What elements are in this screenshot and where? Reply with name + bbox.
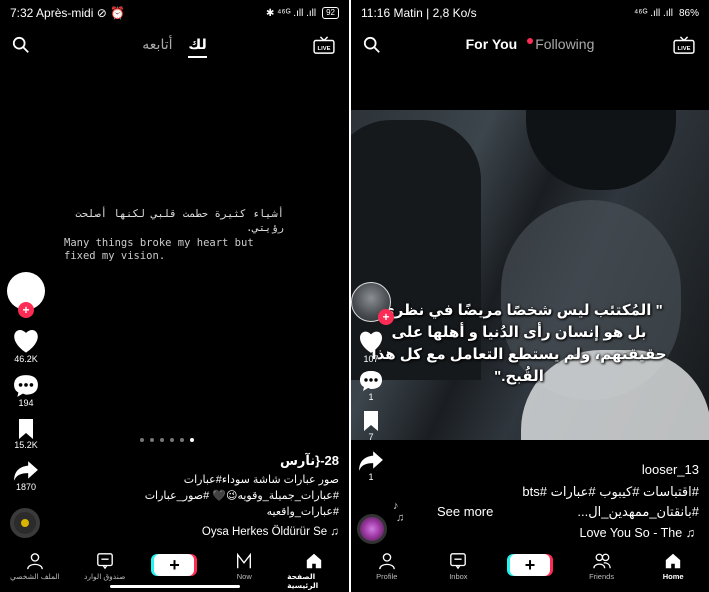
top-nav: For You Following LIVE [351,30,709,60]
share-arrow-icon [359,451,383,471]
save-count: 15.2K [14,440,38,450]
see-more-link[interactable]: See more [437,504,493,519]
top-nav: أتابعه لك LIVE [0,30,349,60]
svg-text:LIVE: LIVE [678,46,691,52]
comment-button[interactable]: 1 [358,370,384,402]
creator-username[interactable]: 28-{ﻧﺂﺭﺱ [109,453,339,469]
tab-for-you[interactable]: For You [466,36,518,52]
home-indicator [110,585,240,588]
right-phone-screen: 11:16 Matin | 2,8 Ko/s ⁴⁶ᴳ .ıll .ıll 86%… [351,0,709,592]
caption-hashtags[interactable]: #بانقتان_ممهدين_ال... [577,504,699,520]
comment-count: 194 [18,398,34,408]
music-disc-icon[interactable] [10,508,40,538]
comment-icon [14,375,38,397]
bookmark-icon [19,419,33,439]
like-count: 107 [363,354,379,364]
bottom-nav: Profile Inbox + Friends Home [351,546,709,592]
heart-icon [359,331,383,353]
nav-home[interactable]: الصفحة الرئيسية [287,552,341,590]
nav-inbox[interactable]: صندوق الوارد [78,552,132,581]
inbox-icon [450,553,467,570]
quote-arabic: أشياء كثيرة حطمت قلبي لكنها أصلحت رؤيتي. [75,208,284,234]
comment-icon [360,371,382,391]
follow-plus-icon[interactable]: + [18,302,34,318]
notification-dot [527,38,534,45]
creator-avatar[interactable]: + [351,282,394,325]
comment-count: 1 [368,392,374,402]
home-icon [306,553,322,569]
nav-friends[interactable]: Friends [575,552,629,581]
nav-profile[interactable]: Profile [360,552,414,581]
home-icon [665,553,681,569]
creator-avatar[interactable]: + [7,272,45,318]
profile-icon [378,553,395,570]
like-button[interactable]: 107 [357,330,385,364]
save-button[interactable]: 7 [361,410,381,442]
nav-now[interactable]: Now [217,552,271,581]
comment-button[interactable]: 194 [13,374,39,408]
share-count: 1 [368,472,374,482]
nav-create[interactable]: + [147,552,201,576]
status-time: 11:16 Matin | 2,8 Ko/s [361,6,477,20]
status-time: 7:32 Après-midi ⊘ ⏰ [10,6,126,20]
nav-profile[interactable]: الملف الشخصي [8,552,62,581]
now-icon [237,552,252,569]
nav-inbox[interactable]: Inbox [431,552,485,581]
carousel-dots [140,438,194,442]
profile-icon [27,553,43,570]
action-rail: + 46.2K 194 15.2K 1870 [6,272,46,492]
status-icons: ✱ ⁴⁶ᴳ .ıll .ıll 92 [266,7,339,19]
live-icon[interactable]: LIVE [673,36,695,54]
friends-icon [592,553,611,569]
share-arrow-icon [14,461,38,481]
svg-text:LIVE: LIVE [318,46,331,52]
quote-english: Many things broke my heart but fixed my … [64,237,254,262]
battery-icon: 86% [678,7,699,19]
battery-icon: 92 [322,7,339,19]
music-disc-icon[interactable] [357,514,387,544]
follow-plus-icon[interactable]: + [378,309,394,325]
caption-line: #عبارات_واقعيه [266,506,339,518]
action-rail: + 107 1 7 1 [351,282,394,482]
video-quote: " المُكتئب ليس شخصًا مريضًا في نظري، بل … [371,302,667,385]
music-notes-icon: ♪ ♫ [393,500,405,524]
tab-following[interactable]: أتابعه [142,36,172,53]
like-button[interactable]: 46.2K [12,328,40,364]
tab-for-you[interactable]: لك [188,36,207,58]
share-button[interactable]: 1 [358,450,384,482]
status-icons: ⁴⁶ᴳ .ıll .ıll 86% [634,7,699,19]
create-plus-icon[interactable]: + [509,554,550,576]
caption-line: #عبارات_جميلة_وقويه😉🖤 #صور_عبارات [144,490,339,502]
share-button[interactable]: 1870 [13,460,39,492]
caption-hashtags[interactable]: #اقتباسات #كيبوب #عبارات #bts [522,484,699,500]
create-plus-icon[interactable]: + [154,554,195,576]
music-title[interactable]: Love You So - The ♫ [580,526,695,540]
inbox-icon [96,553,113,570]
live-icon[interactable]: LIVE [313,36,335,54]
nav-create[interactable]: + [503,552,557,576]
music-title[interactable]: Oysa Herkes Öldürür Se ♫ [109,526,339,538]
status-bar: 7:32 Après-midi ⊘ ⏰ ✱ ⁴⁶ᴳ .ıll .ıll 92 [0,0,349,26]
share-count: 1870 [15,482,37,492]
creator-username[interactable]: looser_13 [642,462,699,477]
video-frame[interactable] [351,110,709,440]
left-phone-screen: 7:32 Après-midi ⊘ ⏰ ✱ ⁴⁶ᴳ .ıll .ıll 92 أ… [0,0,349,592]
heart-icon [14,329,38,353]
save-button[interactable]: 15.2K [14,418,38,450]
bookmark-icon [364,411,378,431]
tab-following[interactable]: Following [535,36,594,52]
caption-line: صور عبارات شاشة سوداء#عبارات [183,474,339,486]
like-count: 46.2K [14,354,38,364]
status-bar: 11:16 Matin | 2,8 Ko/s ⁴⁶ᴳ .ıll .ıll 86% [351,0,709,26]
nav-home[interactable]: Home [646,552,700,581]
save-count: 7 [368,432,374,442]
